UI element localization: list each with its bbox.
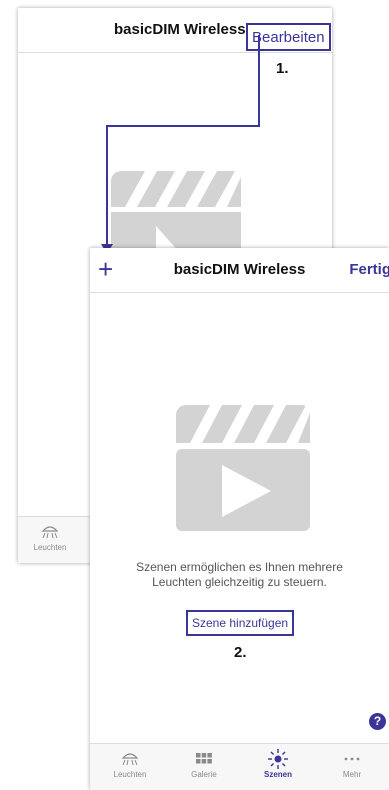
nav-title: basicDIM Wireless (173, 261, 306, 278)
step-label-2: 2. (234, 644, 247, 661)
tab-galerie[interactable]: Galerie (174, 748, 234, 779)
tab-bar: Leuchten Galerie Szenen Mehr (90, 743, 389, 790)
tab-mehr[interactable]: Mehr (322, 748, 382, 779)
nav-title: basicDIM Wireless (114, 21, 246, 38)
navbar: + basicDIM Wireless Fertig (90, 248, 389, 293)
scene-placeholder-icon (176, 405, 310, 531)
navbar: basicDIM Wireless Bearbeiten (18, 8, 332, 53)
arrow-connector (106, 125, 108, 251)
arrow-connector (106, 125, 260, 127)
done-button[interactable]: Fertig (349, 248, 389, 292)
tab-label: Leuchten (33, 543, 67, 552)
tab-leuchten[interactable]: Leuchten (100, 748, 160, 779)
sun-icon (268, 749, 288, 769)
tab-label: Mehr (342, 770, 362, 779)
tab-label: Szenen (263, 770, 292, 779)
arrow-connector (258, 35, 260, 127)
more-icon (344, 757, 360, 761)
screen-scenes-edit: + basicDIM Wireless Fertig Szenen ermögl… (90, 248, 389, 790)
lamp-icon (41, 526, 59, 539)
step-label-1: 1. (276, 60, 289, 77)
lamp-icon (121, 753, 139, 766)
empty-state-text: Szenen ermöglichen es Ihnen mehrere Leuc… (136, 560, 343, 589)
tab-szenen[interactable]: Szenen (248, 748, 308, 779)
tab-label: Galerie (191, 770, 217, 779)
grid-icon (196, 753, 212, 764)
tab-label: Leuchten (113, 770, 147, 779)
tab-leuchten[interactable]: Leuchten (20, 521, 80, 552)
add-scene-button[interactable]: Szene hinzufügen (186, 610, 295, 636)
help-icon[interactable]: ? (369, 713, 386, 730)
